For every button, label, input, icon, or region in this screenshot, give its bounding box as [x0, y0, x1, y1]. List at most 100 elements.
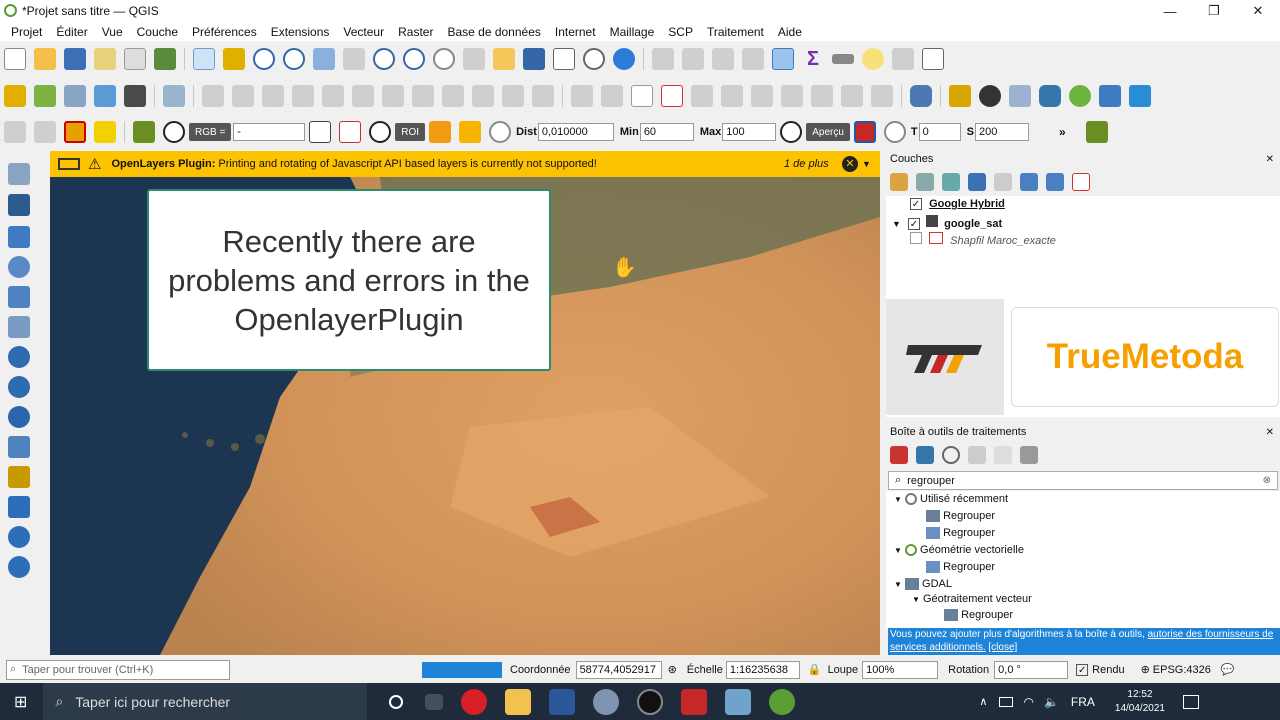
t-field[interactable]: 0: [918, 123, 961, 141]
remove-layer-icon[interactable]: [1072, 173, 1090, 191]
select-location-icon[interactable]: [94, 121, 116, 143]
clock[interactable]: 12:52 14/04/2021: [1115, 688, 1165, 716]
algorithm-regrouper[interactable]: Regrouper: [926, 527, 995, 540]
identify-icon[interactable]: [652, 48, 674, 70]
app-icon[interactable]: [593, 688, 620, 715]
rgb-plus-icon[interactable]: [339, 121, 362, 143]
rotation-field[interactable]: 0,0 °: [994, 660, 1069, 679]
toggle-extents-icon[interactable]: ⊛: [668, 663, 677, 676]
menu-maillage[interactable]: Maillage: [610, 25, 655, 39]
map-tips-icon[interactable]: [862, 48, 884, 70]
show-hide-labels-icon[interactable]: [781, 85, 803, 107]
obs-icon[interactable]: [637, 688, 664, 715]
dist-field[interactable]: 0,010000: [537, 123, 614, 141]
sigma-icon[interactable]: Σ: [802, 48, 824, 70]
menu-couche[interactable]: Couche: [137, 25, 178, 39]
qgis-taskbar-icon[interactable]: [769, 688, 796, 715]
menu-vecteur[interactable]: Vecteur: [343, 25, 384, 39]
menu-editer[interactable]: Éditer: [56, 25, 87, 39]
add-mesh-layer-icon[interactable]: [8, 496, 30, 518]
add-line-layer-icon[interactable]: [8, 286, 30, 308]
new-project-icon[interactable]: [4, 48, 26, 70]
file-explorer-icon[interactable]: [505, 688, 532, 715]
layer-tool-icon[interactable]: [1099, 85, 1121, 107]
results-viewer-icon[interactable]: [968, 446, 986, 464]
statistics-icon[interactable]: [742, 48, 764, 70]
rotate-label-icon[interactable]: [721, 85, 743, 107]
toolbox-close-icon[interactable]: ✕: [1266, 427, 1274, 438]
plugin-tool-icon[interactable]: [1009, 85, 1031, 107]
add-polygon-layer-icon[interactable]: [8, 316, 30, 338]
add-wms-layer-icon[interactable]: [163, 85, 185, 107]
add-virtual-layer-icon[interactable]: [8, 466, 30, 488]
add-csv-icon[interactable]: [124, 85, 146, 107]
redo-icon[interactable]: [532, 85, 554, 107]
open-project-icon[interactable]: [34, 48, 56, 70]
show-bookmarks-icon[interactable]: [553, 48, 575, 70]
move-label-icon[interactable]: [691, 85, 713, 107]
expand-arrow-icon[interactable]: ▼: [892, 219, 901, 229]
locator-input[interactable]: ⌕ Taper pour trouver (Ctrl+K): [6, 659, 230, 680]
toolbox-search-input[interactable]: ⌕ regrouper ⊗: [888, 471, 1278, 490]
layer-checkbox[interactable]: ✓: [907, 218, 920, 230]
lock-scale-icon[interactable]: 🔒: [808, 663, 822, 676]
save-as-icon[interactable]: [94, 48, 116, 70]
style-manager-icon[interactable]: [154, 48, 176, 70]
pan-to-selection-icon[interactable]: [223, 48, 245, 70]
layer-row-google-hybrid[interactable]: ✓ Google Hybrid: [910, 198, 1005, 210]
pan-hand-icon[interactable]: [193, 48, 215, 70]
battery-icon[interactable]: [999, 696, 1014, 707]
scp-dock-icon[interactable]: [1085, 121, 1108, 143]
toggle-editing-icon[interactable]: [202, 85, 224, 107]
history-icon[interactable]: [942, 446, 960, 464]
rgb-minus-icon[interactable]: [309, 121, 332, 143]
group-gdal[interactable]: ▼ GDAL: [894, 578, 952, 591]
menu-base-de-donnees[interactable]: Base de données: [447, 25, 540, 39]
algorithm-regrouper[interactable]: Regrouper: [926, 510, 995, 523]
menu-extensions[interactable]: Extensions: [271, 25, 330, 39]
refresh-icon[interactable]: [613, 48, 635, 70]
layer-checkbox[interactable]: ✓: [910, 198, 922, 210]
epsg-label[interactable]: EPSG:4326: [1153, 664, 1211, 676]
settings-gear-icon[interactable]: [772, 48, 794, 70]
new-map-view-icon[interactable]: [493, 48, 515, 70]
windows-start-icon[interactable]: ⊞: [14, 692, 27, 712]
print-layout-icon[interactable]: [124, 48, 146, 70]
add-layer-icon[interactable]: [4, 85, 26, 107]
add-point-layer-icon[interactable]: [8, 256, 30, 278]
menu-vue[interactable]: Vue: [102, 25, 123, 39]
add-wfs-layer-icon[interactable]: [8, 346, 30, 368]
max-field[interactable]: 100: [722, 123, 777, 141]
add-feature-icon[interactable]: [292, 85, 314, 107]
group-geometry[interactable]: ▼ Géométrie vectorielle: [894, 544, 1024, 557]
zoom-full-icon[interactable]: [313, 48, 335, 70]
zoom-layer-icon[interactable]: [373, 48, 395, 70]
minimize-button[interactable]: —: [1148, 0, 1192, 22]
temporal-controller-icon[interactable]: [583, 48, 605, 70]
text-annotation-icon[interactable]: [922, 48, 944, 70]
roi-redo-icon[interactable]: [489, 121, 512, 143]
add-xyz-globe-icon[interactable]: [8, 406, 30, 428]
wifi-icon[interactable]: ◠: [1023, 695, 1033, 709]
roi-plus-icon[interactable]: [459, 121, 482, 143]
label-properties-icon[interactable]: [811, 85, 833, 107]
undo-icon[interactable]: [502, 85, 524, 107]
scp-main-icon[interactable]: [133, 121, 155, 143]
pin-labels-icon[interactable]: [601, 85, 623, 107]
layer-row-google-sat[interactable]: ▼ ✓ google_sat: [892, 215, 1002, 230]
add-raster-layer-icon[interactable]: [34, 85, 56, 107]
zoom-out-icon[interactable]: [283, 48, 305, 70]
s-field[interactable]: 200: [974, 123, 1029, 141]
message-more[interactable]: 1 de plus: [784, 158, 829, 170]
preview-zoom-icon[interactable]: [780, 121, 803, 143]
info-close[interactable]: [close]: [988, 642, 1017, 653]
language-indicator[interactable]: FRA: [1071, 695, 1095, 709]
layer-row-shapfil[interactable]: Shapfil Maroc_exacte: [910, 232, 1056, 247]
roi-zoom-icon[interactable]: [369, 121, 392, 143]
maximize-button[interactable]: ❐: [1192, 0, 1236, 22]
database-icon[interactable]: [910, 85, 932, 107]
delete-selected-icon[interactable]: [382, 85, 404, 107]
add-arcgis-layer-icon[interactable]: [8, 526, 30, 548]
label-tool-icon[interactable]: [571, 85, 593, 107]
min-field[interactable]: 60: [639, 123, 694, 141]
